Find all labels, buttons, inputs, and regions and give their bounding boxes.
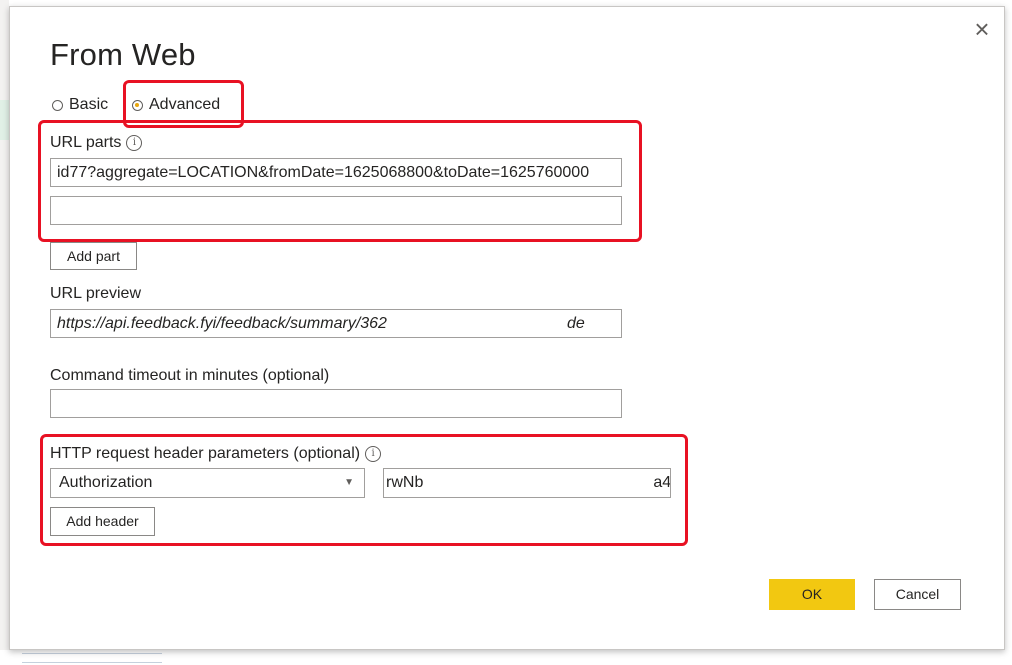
url-parts-label: URL parts i	[50, 134, 143, 152]
info-icon: i	[126, 134, 143, 151]
info-icon: i	[365, 445, 382, 462]
url-preview-label: URL preview	[50, 285, 141, 302]
background-app-strip	[0, 0, 9, 665]
header-value-end: a4	[653, 474, 671, 491]
url-preview-text: https://api.feedback.fyi/feedback/summar…	[57, 315, 387, 332]
dialog-title: From Web	[50, 37, 196, 72]
radio-advanced-indicator[interactable]	[132, 99, 143, 111]
http-header-label-text: HTTP request header parameters (optional…	[50, 445, 361, 462]
header-value-input[interactable]: rwNb a4	[383, 468, 671, 498]
add-part-button[interactable]: Add part	[50, 242, 137, 270]
close-icon[interactable]: ×	[968, 15, 996, 43]
radio-basic-label: Basic	[69, 96, 109, 113]
radio-advanced-label: Advanced	[149, 96, 221, 113]
from-web-dialog: × From Web Basic Advanced URL parts i id7…	[9, 6, 1005, 650]
timeout-input[interactable]	[50, 389, 622, 418]
url-preview-field: https://api.feedback.fyi/feedback/summar…	[50, 309, 622, 338]
background-app-bottom	[0, 650, 1012, 665]
background-selection	[0, 100, 9, 140]
url-preview-tail: de	[566, 315, 585, 332]
header-value-start: rwNb	[386, 474, 424, 491]
timeout-label: Command timeout in minutes (optional)	[50, 367, 330, 384]
cancel-button[interactable]: Cancel	[874, 579, 961, 610]
chevron-down-icon: ▼	[344, 477, 354, 488]
http-header-label: HTTP request header parameters (optional…	[50, 445, 382, 463]
url-parts-label-text: URL parts	[50, 134, 122, 151]
add-header-button[interactable]: Add header	[50, 507, 155, 536]
radio-basic[interactable]: Basic	[52, 96, 108, 114]
url-part-input-2[interactable]	[50, 196, 622, 225]
url-part-input-1[interactable]: id77?aggregate=LOCATION&fromDate=1625068…	[50, 158, 622, 187]
radio-basic-indicator[interactable]	[52, 99, 63, 111]
ok-button[interactable]: OK	[769, 579, 855, 610]
background-decoration	[22, 653, 162, 663]
radio-advanced[interactable]: Advanced	[132, 96, 220, 114]
header-name-value: Authorization	[59, 474, 153, 491]
header-name-dropdown[interactable]: Authorization ▼	[50, 468, 365, 498]
